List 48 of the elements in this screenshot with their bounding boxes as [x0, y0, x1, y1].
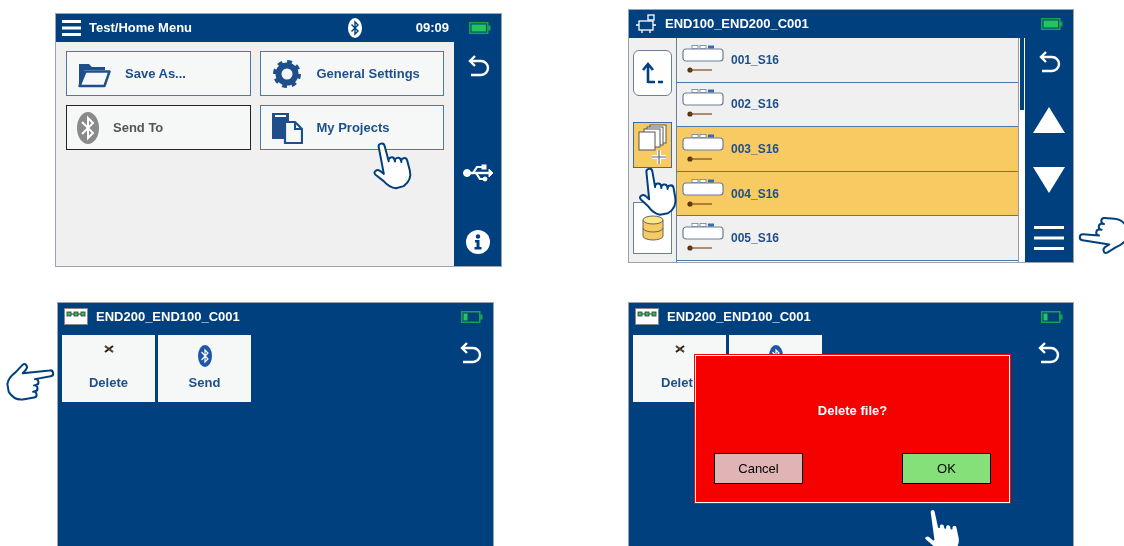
connector-icon: [635, 308, 659, 326]
info-icon[interactable]: [465, 230, 490, 254]
x-icon: [674, 345, 685, 353]
tool-button[interactable]: [633, 50, 672, 96]
dialog-button[interactable]: OK: [902, 453, 991, 484]
menu-icon[interactable]: [62, 20, 81, 36]
clock: 09:09: [415, 19, 449, 38]
menu-button[interactable]: General Settings: [259, 51, 444, 96]
plug-cable-icon: [682, 134, 724, 164]
up-arrow-icon[interactable]: [1033, 107, 1065, 134]
dialog-message: Delete file?: [817, 402, 888, 420]
file-row[interactable]: 003_S16: [677, 127, 1018, 172]
tool-button[interactable]: [633, 122, 672, 168]
menu-button[interactable]: Save As...: [66, 51, 251, 96]
documents-icon: [270, 111, 303, 144]
plug-cable-icon: [682, 223, 724, 254]
file-row[interactable]: 002_S16: [677, 82, 1018, 128]
dialog-button[interactable]: Cancel: [714, 453, 803, 484]
plug-cable-icon: [682, 89, 724, 120]
copy-plus-icon: [637, 124, 668, 166]
database-icon: [641, 215, 664, 241]
battery-icon: [461, 311, 483, 323]
battery-icon: [1041, 18, 1063, 30]
window-title: END200_END100_C001: [96, 308, 240, 327]
menu-icon[interactable]: [1034, 226, 1064, 250]
menu-button[interactable]: My Projects: [259, 105, 444, 150]
level-up-icon: [640, 61, 665, 85]
x-icon: [103, 345, 114, 353]
network-icon: [635, 14, 657, 34]
usb-icon[interactable]: [462, 164, 493, 182]
battery-icon: [1041, 311, 1063, 323]
tile-button[interactable]: Delete: [62, 335, 155, 402]
file-row[interactable]: 001_S16: [677, 38, 1018, 83]
bluetooth-icon: [77, 111, 99, 144]
gear-icon: [270, 57, 303, 90]
bluetooth-icon: [197, 345, 212, 367]
tile-button[interactable]: Send: [158, 335, 251, 402]
file-row[interactable]: 004_S16: [677, 171, 1018, 217]
file-row[interactable]: 005_S16: [677, 216, 1018, 261]
battery-icon: [469, 22, 491, 34]
bluetooth-icon: [347, 18, 362, 38]
window-title: Test/Home Menu: [89, 19, 193, 38]
plug-cable-icon: [682, 44, 724, 75]
window-title: END200_END100_C001: [667, 308, 811, 327]
window-title: END100_END200_C001: [665, 15, 809, 34]
down-arrow-icon[interactable]: [1033, 166, 1065, 193]
connector-icon: [64, 308, 88, 326]
plug-cable-icon: [682, 178, 724, 209]
